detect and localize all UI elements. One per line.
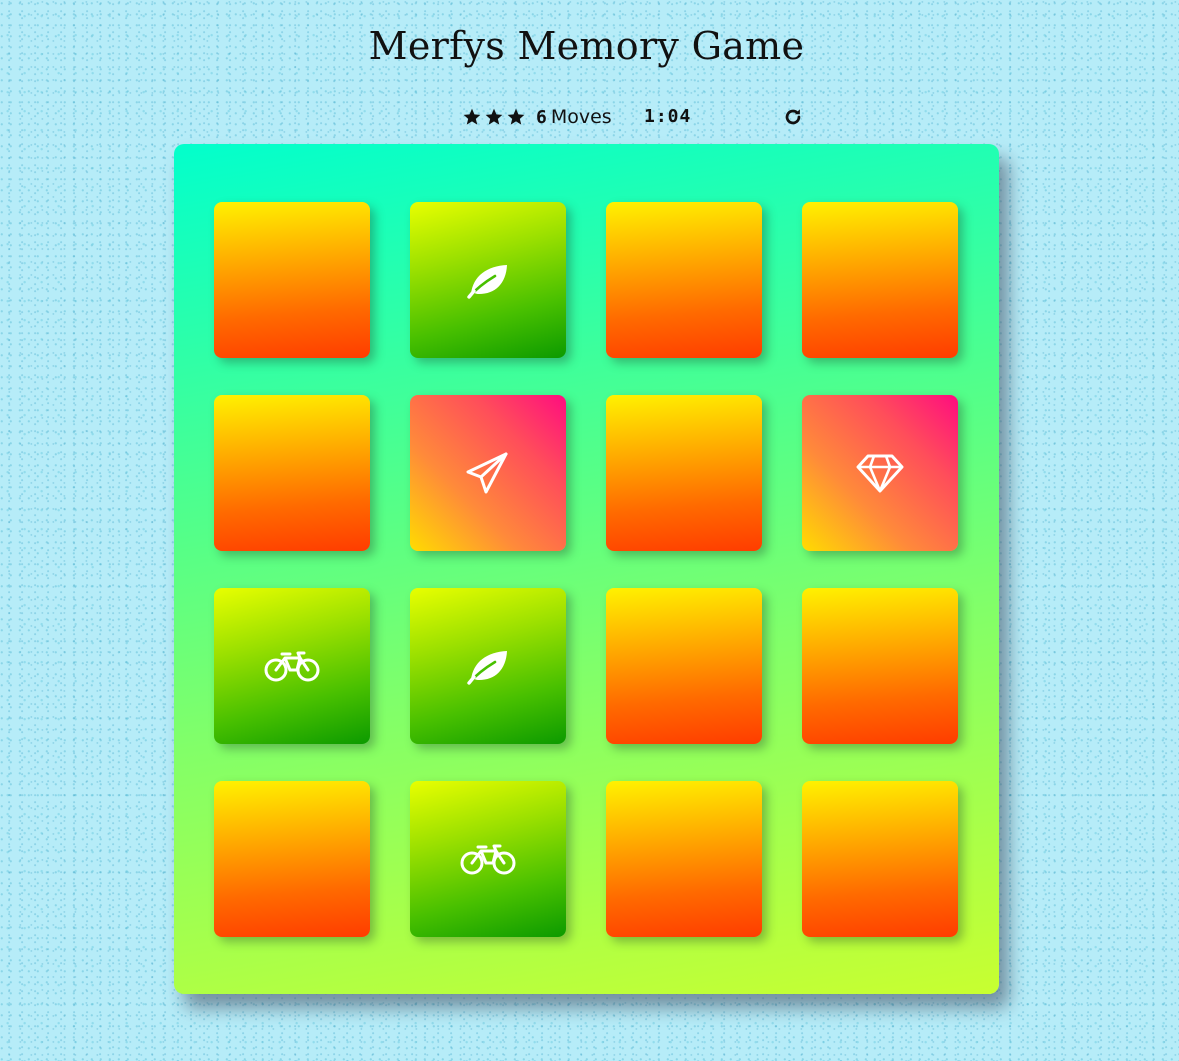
card[interactable] <box>606 781 762 937</box>
card[interactable] <box>214 202 370 358</box>
card[interactable] <box>802 588 958 744</box>
timer: 1:04 <box>644 106 692 127</box>
diamond-icon <box>855 452 905 494</box>
restart-icon <box>785 109 801 125</box>
star-rating <box>462 107 528 127</box>
restart-button[interactable] <box>782 106 804 128</box>
page-title: Merfys Memory Game <box>368 24 805 68</box>
card[interactable] <box>214 781 370 937</box>
card-deck <box>174 144 999 994</box>
star-icon <box>463 108 481 125</box>
card[interactable] <box>214 588 370 744</box>
bicycle-icon <box>264 649 320 683</box>
score-panel: 6 Moves <box>462 104 612 130</box>
moves-count: 6 <box>536 106 547 128</box>
card[interactable] <box>410 588 566 744</box>
card[interactable] <box>802 781 958 937</box>
card[interactable] <box>410 395 566 551</box>
paper-plane-icon <box>465 450 511 496</box>
leaf-icon <box>465 260 511 300</box>
card[interactable] <box>410 781 566 937</box>
star-icon <box>507 108 525 125</box>
card[interactable] <box>606 202 762 358</box>
card[interactable] <box>802 395 958 551</box>
star-icon <box>485 108 503 125</box>
leaf-icon <box>465 646 511 686</box>
card[interactable] <box>410 202 566 358</box>
card[interactable] <box>606 395 762 551</box>
card[interactable] <box>214 395 370 551</box>
card[interactable] <box>606 588 762 744</box>
bicycle-icon <box>460 842 516 876</box>
card[interactable] <box>802 202 958 358</box>
moves-label: Moves <box>550 106 612 128</box>
